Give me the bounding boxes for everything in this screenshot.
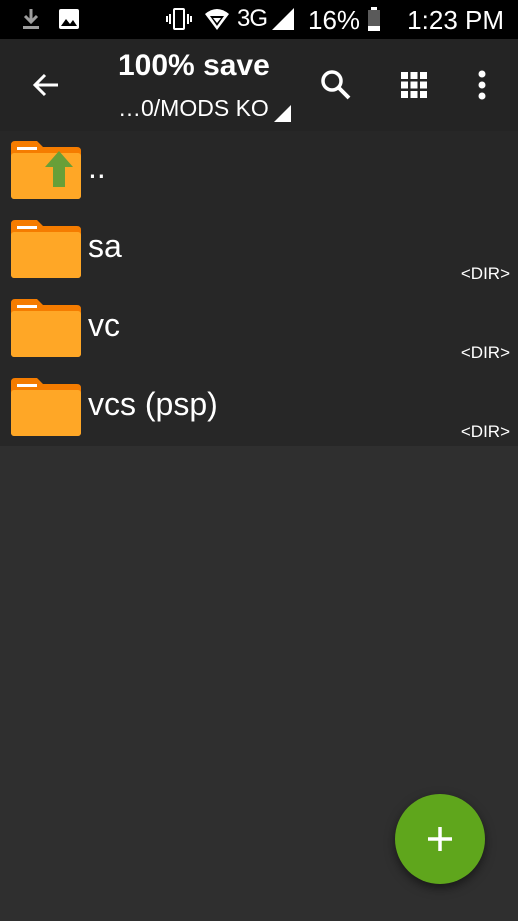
folder-path[interactable]: …0/MODS KO [118, 95, 269, 122]
grid-view-button[interactable] [392, 63, 436, 107]
list-item-vc[interactable]: vc <DIR> [0, 289, 518, 368]
status-bar: 3G 16% 1:23 PM [0, 0, 518, 39]
gallery-icon [56, 6, 82, 32]
folder-icon [11, 220, 81, 278]
file-name: vc [88, 307, 120, 343]
file-name: sa [88, 228, 122, 264]
network-type: 3G [237, 5, 268, 32]
download-icon [18, 6, 44, 32]
folder-title: 100% save [118, 49, 270, 82]
path-dropdown-icon[interactable] [274, 105, 291, 122]
back-button[interactable] [24, 63, 68, 107]
folder-icon [11, 299, 81, 357]
plus-icon [428, 827, 452, 851]
signal-icon [270, 6, 296, 32]
more-vert-icon [478, 70, 486, 100]
vibrate-icon [166, 6, 192, 32]
file-name: vcs (psp) [88, 386, 218, 422]
dir-label: <DIR> [460, 422, 510, 441]
search-button[interactable] [314, 63, 358, 107]
more-options-button[interactable] [460, 63, 504, 107]
list-item-parent[interactable]: .. [0, 131, 518, 210]
grid-view-icon [401, 72, 427, 98]
list-item-sa[interactable]: sa <DIR> [0, 210, 518, 289]
wifi-icon [204, 6, 230, 32]
folder-up-icon [11, 141, 81, 199]
clock: 1:23 PM [407, 5, 504, 35]
screen: 3G 16% 1:23 PM 100% save …0/MODS KO .. s… [0, 0, 518, 921]
add-button[interactable] [395, 794, 485, 884]
file-name: .. [88, 149, 106, 185]
dir-label: <DIR> [460, 264, 510, 283]
file-list: .. sa <DIR> vc <DIR> vcs (psp) <DIR> [0, 131, 518, 446]
battery-icon [366, 6, 382, 32]
dir-label: <DIR> [460, 343, 510, 362]
folder-icon [11, 378, 81, 436]
list-item-vcs-psp[interactable]: vcs (psp) <DIR> [0, 368, 518, 447]
back-arrow-icon [32, 73, 58, 97]
battery-percent: 16% [308, 5, 361, 35]
search-icon [321, 70, 351, 100]
app-bar: 100% save …0/MODS KO [0, 39, 518, 131]
